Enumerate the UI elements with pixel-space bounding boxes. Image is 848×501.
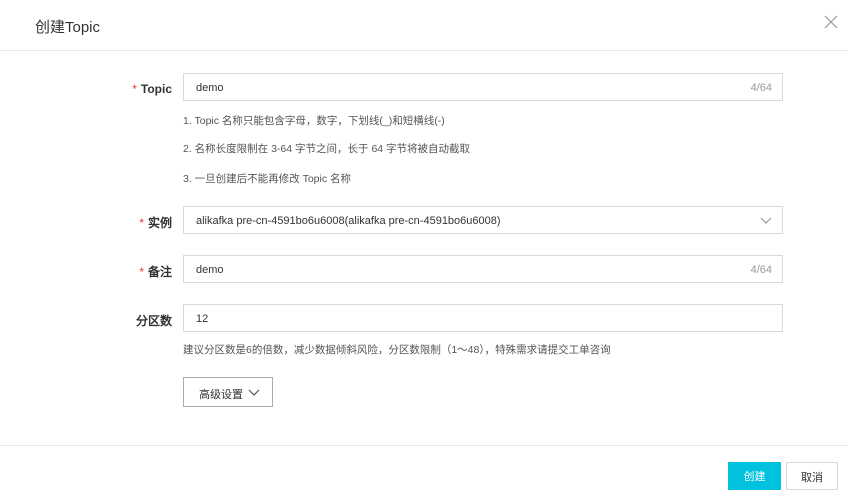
remark-input-value: demo	[196, 264, 224, 276]
close-icon[interactable]	[822, 13, 840, 31]
create-topic-dialog: 创建Topic * Topic demo 4/64 1. Topic 名称只能包含…	[0, 0, 848, 501]
partitions-input-value: 12	[196, 313, 209, 325]
partitions-input[interactable]: 12	[183, 304, 783, 332]
topic-label: * Topic	[132, 82, 172, 96]
topic-hint-3: 3. 一旦创建后不能再修改 Topic 名称	[183, 173, 352, 185]
required-mark: *	[139, 265, 144, 279]
instance-select[interactable]: alikafka pre-cn-4591bo6u6008(alikafka pr…	[183, 206, 783, 234]
remark-input[interactable]: demo 4/64	[183, 255, 783, 283]
topic-hint-1: 1. Topic 名称只能包含字母，数字，下划线(_)和短横线(-)	[183, 115, 445, 127]
advanced-settings-button[interactable]: 高级设置	[183, 377, 273, 407]
dialog-title: 创建Topic	[35, 19, 101, 36]
advanced-settings-label: 高级设置	[199, 389, 243, 401]
instance-select-value: alikafka pre-cn-4591bo6u6008(alikafka pr…	[196, 215, 501, 227]
chevron-down-icon	[248, 389, 260, 396]
partitions-label: 分区数	[135, 314, 172, 328]
remark-char-counter: 4/64	[750, 264, 772, 276]
topic-hint-2: 2. 名称长度限制在 3-64 字节之间，长于 64 字节将被自动截取	[183, 143, 471, 155]
create-button[interactable]: 创建	[728, 462, 781, 490]
partitions-hint: 建议分区数是6的倍数，减少数据倾斜风险，分区数限制（1～48），特殊需求请提交工…	[183, 344, 611, 356]
chevron-down-icon	[760, 214, 772, 226]
topic-char-counter: 4/64	[750, 82, 772, 94]
topic-input-value: demo	[196, 82, 224, 94]
required-mark: *	[139, 216, 144, 230]
remark-label: * 备注	[139, 265, 172, 279]
dialog-header: 创建Topic	[0, 0, 848, 51]
topic-input[interactable]: demo 4/64	[183, 73, 783, 101]
footer-divider	[0, 445, 848, 446]
instance-label: * 实例	[139, 216, 172, 230]
cancel-button[interactable]: 取消	[786, 462, 838, 490]
required-mark: *	[132, 82, 137, 96]
